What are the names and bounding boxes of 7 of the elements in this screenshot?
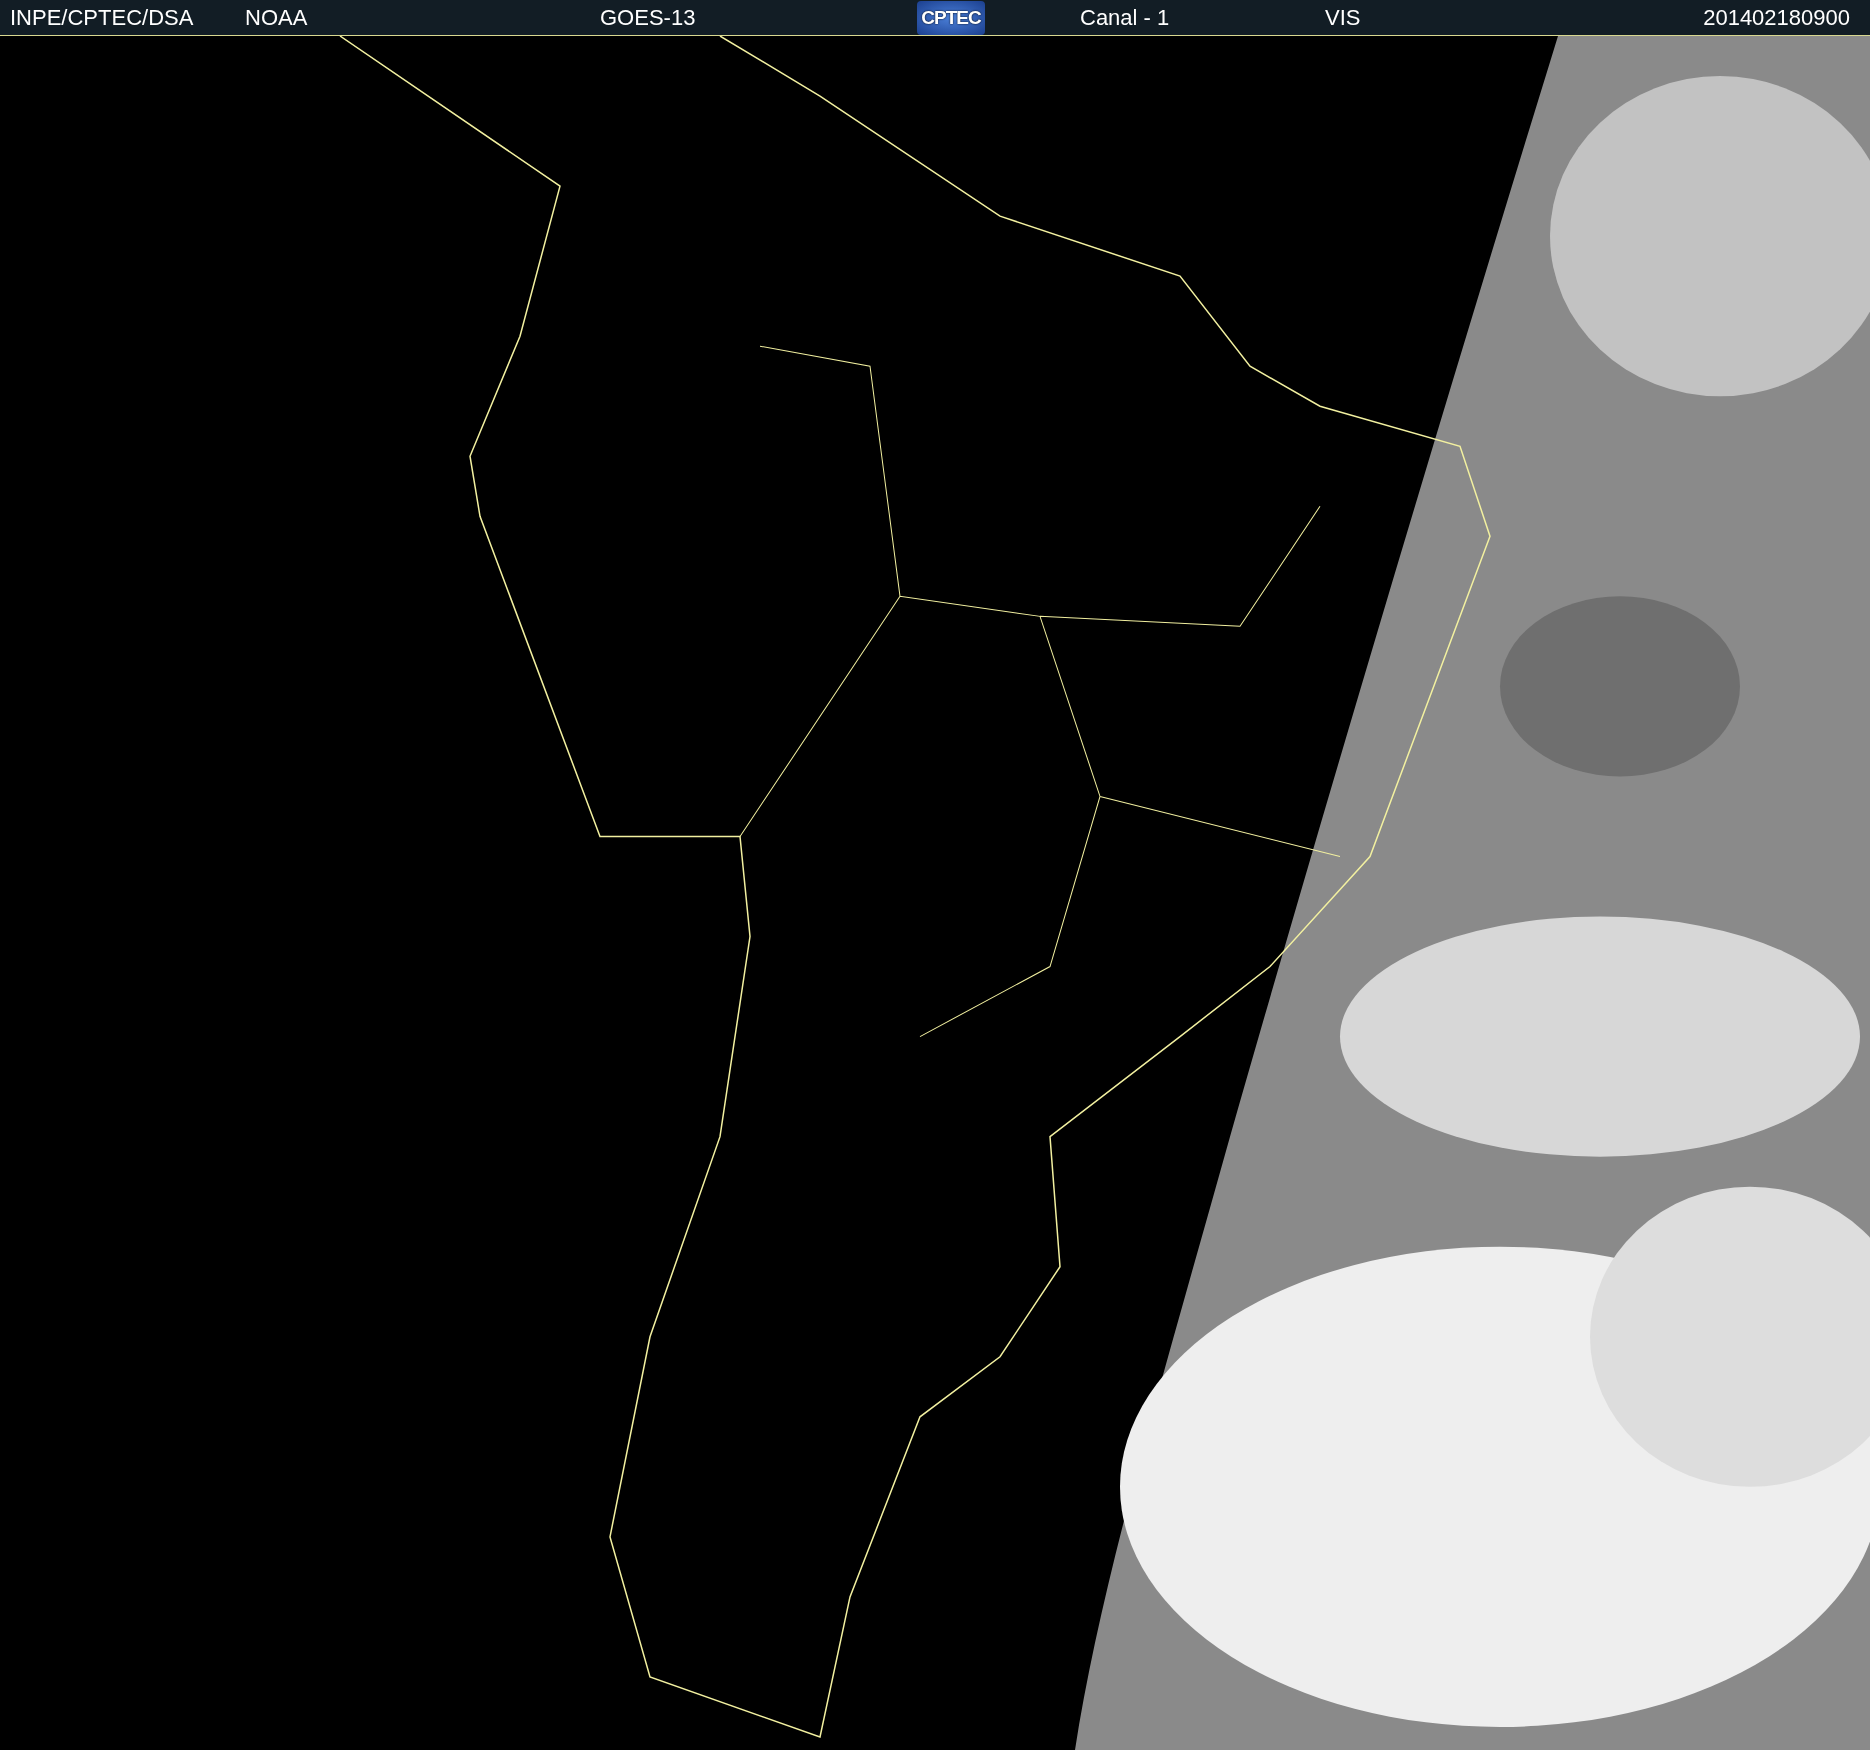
header-label: GOES-13 xyxy=(600,4,697,31)
cptec-logo: CPTEC xyxy=(917,0,985,35)
header-label: VIS xyxy=(1325,4,1362,31)
header-label: 201402180900 xyxy=(1703,4,1850,31)
header-label: Canal - 1 xyxy=(1080,4,1171,31)
header-label: NOAA xyxy=(245,4,309,31)
header-label: INPE/CPTEC/DSA xyxy=(10,4,195,31)
